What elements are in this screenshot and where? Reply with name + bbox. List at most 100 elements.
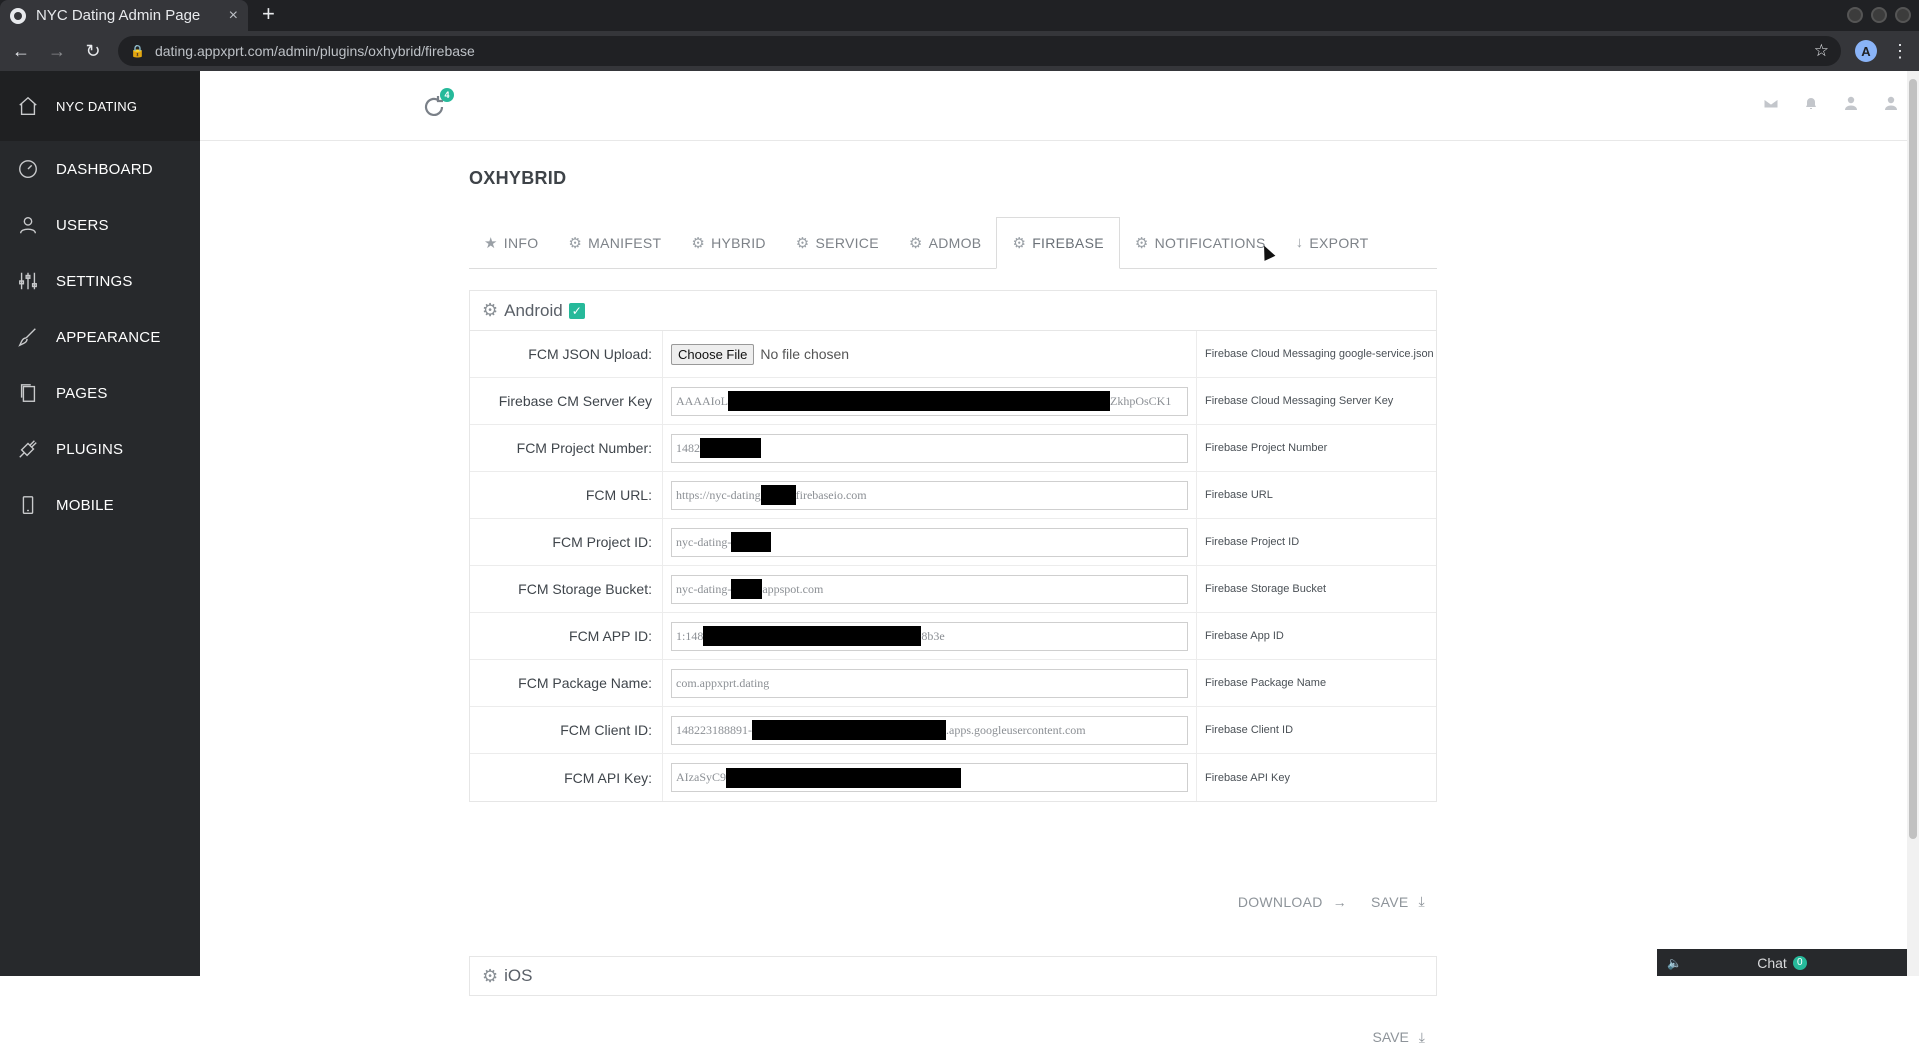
new-tab-button[interactable]: + (262, 1, 275, 27)
sidebar-item-appearance[interactable]: APPEARANCE (0, 309, 200, 365)
url-text[interactable]: dating.appxprt.com/admin/plugins/oxhybri… (155, 43, 1814, 59)
speaker-icon[interactable]: 🔈 (1667, 956, 1682, 970)
tab-service[interactable]: ⚙ SERVICE (781, 217, 894, 268)
tab-manifest[interactable]: ⚙ MANIFEST (553, 217, 676, 268)
field-label: FCM Storage Bucket: (470, 566, 663, 612)
ios-save-button[interactable]: SAVE ⤓ (1372, 1029, 1425, 1046)
storage-bucket-input[interactable]: nyc-dating-appspot.com (671, 574, 1188, 604)
chat-widget[interactable]: 🔈 Chat 0 (1657, 949, 1907, 976)
sidebar-item-label: USERS (56, 216, 109, 234)
field-label: FCM APP ID: (470, 613, 663, 659)
bell-icon[interactable] (1803, 95, 1819, 111)
sidebar-item-dashboard[interactable]: DASHBOARD (0, 141, 200, 197)
chat-label: Chat (1757, 954, 1787, 971)
scrollbar-thumb[interactable] (1909, 79, 1917, 839)
field-hint: Firebase Client ID (1205, 724, 1294, 736)
page-title: OXHYBRID (469, 168, 567, 188)
choose-file-button[interactable]: Choose File (671, 343, 755, 365)
reload-icon[interactable]: ↻ (82, 41, 104, 62)
tab-label: HYBRID (711, 234, 766, 251)
tab-close-icon[interactable]: × (229, 7, 238, 25)
tab-export[interactable]: ↓ EXPORT (1281, 217, 1384, 268)
tab-label: SERVICE (815, 234, 879, 251)
sync-badge: 4 (440, 88, 454, 102)
sidebar-item-mobile[interactable]: MOBILE (0, 477, 200, 533)
dashboard-icon (16, 157, 40, 181)
download-arrow-icon: ↓ (1295, 234, 1304, 251)
sync-button[interactable]: 4 (422, 88, 454, 119)
tab-label: EXPORT (1309, 234, 1369, 251)
tab-label: ADMOB (928, 234, 982, 251)
chat-count-badge: 0 (1792, 955, 1807, 970)
enabled-check-icon[interactable]: ✓ (568, 302, 585, 319)
sidebar-item-plugins[interactable]: PLUGINS (0, 421, 200, 477)
url-field[interactable]: 🔒 dating.appxprt.com/admin/plugins/oxhyb… (118, 36, 1841, 66)
ios-panel: ⚙ iOS (469, 956, 1437, 996)
mail-icon[interactable] (1763, 95, 1779, 111)
project-number-input[interactable]: 1482 (671, 433, 1188, 463)
sidebar-item-pages[interactable]: PAGES (0, 365, 200, 421)
app-id-input[interactable]: 1:148 8b3e (671, 621, 1188, 651)
input-prefix: nyc-dating- (676, 534, 732, 549)
redaction (728, 391, 1110, 411)
tab-label: FIREBASE (1032, 235, 1104, 251)
account-icon[interactable] (1883, 95, 1899, 111)
sliders-icon (16, 269, 40, 293)
browser-tab[interactable]: NYC Dating Admin Page × (0, 0, 248, 31)
server-key-input[interactable]: AAAAIoL ZkhpOsCK1 (671, 386, 1188, 416)
gear-icon: ⚙ (1012, 235, 1027, 252)
tab-notifications[interactable]: ⚙ NOTIFICATIONS (1120, 217, 1281, 268)
tab-title: NYC Dating Admin Page (36, 7, 201, 24)
close-window-button[interactable] (1895, 7, 1911, 23)
brand-label: NYC DATING (56, 98, 138, 114)
bookmark-star-icon[interactable]: ☆ (1814, 41, 1829, 61)
tab-info[interactable]: ★ INFO (469, 217, 553, 268)
field-label: FCM Package Name: (470, 660, 663, 706)
field-hint: Firebase URL (1205, 489, 1273, 501)
profile-avatar[interactable]: A (1855, 40, 1877, 62)
save-label: SAVE (1372, 1029, 1409, 1045)
browser-menu-icon[interactable]: ⋮ (1891, 41, 1909, 62)
field-hint: Firebase API Key (1205, 771, 1290, 784)
maximize-button[interactable] (1871, 7, 1887, 23)
sidebar-item-label: SETTINGS (56, 272, 133, 290)
forward-icon[interactable]: → (46, 41, 68, 62)
back-icon[interactable]: ← (10, 41, 32, 62)
top-icons (1763, 95, 1899, 111)
plugin-tabs: ★ INFO ⚙ MANIFEST ⚙ HYBRID ⚙ SERVICE ⚙ ADMOB … (469, 217, 1437, 269)
tab-firebase[interactable]: ⚙ FIREBASE (996, 217, 1120, 269)
save-button[interactable]: SAVE ⤓ (1371, 893, 1425, 910)
plug-icon (16, 437, 40, 461)
client-id-input[interactable]: 148223188891- .apps.googleusercontent.com (671, 715, 1188, 745)
gear-icon: ⚙ (691, 234, 706, 252)
input-prefix: 148223188891- (676, 722, 752, 737)
lock-icon[interactable]: 🔒 (130, 44, 145, 58)
field-value: https://nyc-dating firebaseio.com (663, 472, 1197, 518)
sidebar-item-label: MOBILE (56, 496, 114, 514)
minimize-button[interactable] (1847, 7, 1863, 23)
package-name-input[interactable]: com.appxprt.dating (671, 668, 1188, 698)
field-hint: Firebase Project Number (1205, 442, 1328, 454)
brush-icon (16, 325, 40, 349)
field-value: com.appxprt.dating (663, 660, 1197, 706)
user-icon[interactable] (1843, 95, 1859, 111)
sidebar-item-users[interactable]: USERS (0, 197, 200, 253)
field-value: 1482 (663, 425, 1197, 471)
save-download-icon: ⤓ (1418, 893, 1425, 909)
api-key-input[interactable]: AIzaSyC9 (671, 763, 1188, 792)
field-value: Choose File No file chosen (663, 331, 1197, 377)
mobile-icon (16, 493, 40, 517)
download-button[interactable]: DOWNLOAD → (1238, 893, 1347, 910)
sidebar-brand[interactable]: NYC DATING (0, 71, 200, 141)
tab-hybrid[interactable]: ⚙ HYBRID (676, 217, 780, 268)
tab-admob[interactable]: ⚙ ADMOB (894, 217, 997, 268)
fcm-url-input[interactable]: https://nyc-dating firebaseio.com (671, 480, 1188, 510)
gear-icon: ⚙ (568, 234, 583, 252)
field-value: nyc-dating-appspot.com (663, 566, 1197, 612)
field-label: FCM API Key: (470, 754, 663, 801)
project-id-input[interactable]: nyc-dating- (671, 527, 1188, 557)
page-scrollbar[interactable] (1907, 71, 1919, 976)
gear-icon: ⚙ (908, 234, 923, 252)
field-label: FCM URL: (470, 472, 663, 518)
sidebar-item-settings[interactable]: SETTINGS (0, 253, 200, 309)
